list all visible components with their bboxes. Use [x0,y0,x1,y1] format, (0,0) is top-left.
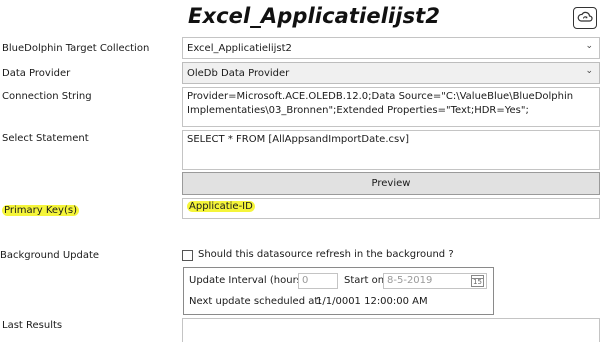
background-refresh-checkbox-label: Should this datasource refresh in the ba… [198,249,454,260]
next-update-label: Next update scheduled at: [189,296,322,307]
primary-keys-label: Primary Key(s) [2,205,79,216]
target-collection-value: Excel_Applicatielijst2 [187,42,292,54]
start-on-label: Start on [344,275,385,286]
calendar-icon[interactable]: 15 [471,275,484,287]
primary-keys-input[interactable]: Applicatie-ID [182,198,600,219]
chevron-down-icon: ⌄ [585,66,593,76]
data-provider-select[interactable]: OleDb Data Provider ⌄ [182,62,600,84]
background-update-label: Background Update [0,250,100,261]
next-update-value: 1/1/0001 12:00:00 AM [316,296,428,307]
start-on-date-input[interactable]: 8-5-2019 15 [383,273,487,289]
page-title: Excel_Applicatielijst2 [188,4,441,28]
preview-button[interactable]: Preview [182,172,600,195]
chevron-down-icon: ⌄ [585,41,593,51]
last-results-label: Last Results [2,320,63,331]
cloud-sync-button[interactable] [573,7,597,29]
target-collection-select[interactable]: Excel_Applicatielijst2 ⌄ [182,37,600,59]
background-refresh-checkbox[interactable] [182,250,193,261]
calendar-day: 15 [473,278,482,286]
connection-string-label: Connection String [2,91,92,102]
last-results-box[interactable] [182,318,600,342]
start-on-date-value: 8-5-2019 [387,275,433,286]
data-provider-label: Data Provider [2,68,71,79]
select-statement-input[interactable]: SELECT * FROM [AllAppsandImportDate.csv] [182,130,600,170]
primary-keys-value: Applicatie-ID [187,201,255,212]
target-collection-label: BlueDolphin Target Collection [2,43,150,54]
data-provider-value: OleDb Data Provider [187,67,290,79]
update-interval-input[interactable]: 0 [298,273,338,289]
select-statement-label: Select Statement [2,133,89,144]
connection-string-input[interactable]: Provider=Microsoft.ACE.OLEDB.12.0;Data S… [182,87,600,127]
cloud-sync-icon [577,10,593,27]
primary-keys-label-text: Primary Key(s) [2,205,79,216]
update-interval-label: Update Interval (hours) [189,275,306,286]
